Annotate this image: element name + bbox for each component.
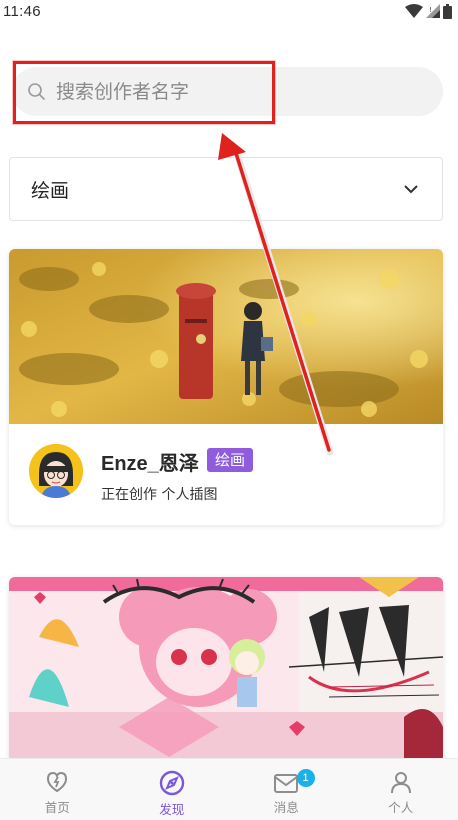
creator-card[interactable] — [9, 577, 443, 762]
cellular-signal-icon: ! — [426, 4, 440, 18]
creator-name[interactable]: Enze_恩泽 — [101, 447, 199, 476]
bottom-tab-bar: 首页 发现 1 消息 个人 — [0, 758, 458, 820]
status-icons: ! — [405, 3, 452, 19]
search-icon — [28, 83, 45, 100]
svg-text:!: ! — [429, 6, 432, 14]
tab-messages[interactable]: 1 消息 — [229, 759, 344, 820]
tab-profile[interactable]: 个人 — [344, 759, 458, 820]
tab-discover[interactable]: 发现 — [115, 759, 230, 820]
category-dropdown[interactable]: 绘画 — [9, 157, 443, 221]
tab-label: 消息 — [273, 800, 299, 815]
profile-icon — [390, 772, 411, 794]
category-selected-value: 绘画 — [31, 179, 70, 202]
chevron-down-icon — [404, 184, 418, 193]
message-icon — [274, 774, 299, 793]
creator-info: Enze_恩泽 绘画 正在创作 个人插图 — [9, 424, 443, 525]
unread-count-badge: 1 — [296, 769, 315, 787]
creator-avatar[interactable] — [29, 444, 83, 498]
artwork-image[interactable] — [9, 249, 443, 424]
tab-label: 发现 — [159, 802, 185, 817]
wifi-icon — [405, 4, 423, 18]
home-icon — [47, 771, 68, 793]
battery-icon — [443, 3, 452, 19]
artwork-image[interactable] — [9, 577, 443, 762]
creator-description: 正在创作 个人插图 — [101, 487, 218, 503]
search-bar[interactable] — [12, 67, 443, 116]
tab-label: 首页 — [44, 800, 70, 815]
search-input[interactable] — [56, 67, 416, 116]
discover-screen: 11:46 ! 绘画 — [0, 0, 458, 820]
discover-icon — [159, 770, 184, 796]
status-bar: 11:46 ! — [0, 0, 458, 22]
category-badge: 绘画 — [207, 448, 254, 472]
status-time: 11:46 — [3, 2, 41, 20]
tab-label: 个人 — [388, 800, 414, 815]
tab-home[interactable]: 首页 — [0, 759, 115, 820]
creator-card[interactable]: Enze_恩泽 绘画 正在创作 个人插图 — [9, 249, 443, 525]
